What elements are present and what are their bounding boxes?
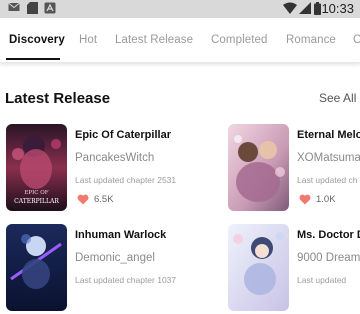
- sd-card-icon: [27, 2, 38, 14]
- book-cover-image: EPIC OF CATERPILLAR: [6, 124, 67, 211]
- tab-partial[interactable]: C: [353, 34, 360, 46]
- book-title[interactable]: Ms. Doctor D: [297, 229, 360, 241]
- book-title[interactable]: Epic Of Caterpillar: [75, 129, 171, 141]
- cover-title-line1: EPIC OF: [24, 190, 48, 196]
- tab-hot[interactable]: Hot: [79, 34, 97, 46]
- book-cover-image: [6, 224, 67, 311]
- book-author: 9000 Dream: [297, 252, 360, 264]
- book-cover[interactable]: [228, 124, 289, 211]
- app-notification-icon: [44, 2, 56, 14]
- book-card[interactable]: Eternal Melo XOMatsuma Last updated ch 1…: [228, 124, 360, 214]
- heart-icon: [299, 194, 311, 205]
- book-cover[interactable]: [228, 224, 289, 311]
- tab-latest-release[interactable]: Latest Release: [115, 34, 193, 46]
- tab-discovery[interactable]: Discovery: [9, 34, 65, 46]
- cover-title-line2: CATERPILLAR: [14, 198, 59, 205]
- tab-completed[interactable]: Completed: [211, 34, 268, 46]
- heart-icon: [77, 194, 89, 205]
- book-updated: Last updated chapter 2531: [75, 175, 177, 185]
- book-title[interactable]: Eternal Melo: [297, 129, 360, 141]
- book-likes: 1.0K: [299, 194, 336, 205]
- book-cover[interactable]: EPIC OF CATERPILLAR: [6, 124, 67, 211]
- book-updated: Last updated chapter 1037: [75, 275, 177, 285]
- book-card[interactable]: Inhuman Warlock Demonic_angel Last updat…: [6, 224, 226, 314]
- see-all-link[interactable]: See All: [319, 91, 356, 105]
- status-time: 10:33: [321, 1, 354, 16]
- tab-romance[interactable]: Romance: [286, 34, 336, 46]
- likes-count: 1.0K: [316, 194, 336, 205]
- book-card[interactable]: EPIC OF CATERPILLAR Epic Of Caterpillar …: [6, 124, 226, 214]
- book-author: XOMatsuma: [297, 152, 360, 164]
- book-updated: Last updated ch: [297, 175, 358, 185]
- book-cover-image: [228, 124, 289, 211]
- likes-count: 6.5K: [94, 194, 114, 205]
- wifi-icon: [283, 2, 297, 14]
- signal-icon: [299, 2, 311, 14]
- book-updated: Last updated: [297, 275, 347, 285]
- category-tabs: Discovery Hot Latest Release Completed R…: [0, 18, 360, 63]
- active-tab-indicator: [6, 58, 60, 60]
- section-title: Latest Release: [5, 90, 111, 107]
- book-author: Demonic_angel: [75, 252, 155, 264]
- battery-icon: [314, 2, 321, 15]
- status-bar: 10:33: [0, 0, 360, 18]
- book-cover[interactable]: [6, 224, 67, 311]
- book-card[interactable]: Ms. Doctor D 9000 Dream Last updated: [228, 224, 360, 314]
- book-likes: 6.5K: [77, 194, 114, 205]
- mail-icon: [8, 2, 20, 11]
- book-author: PancakesWitch: [75, 152, 155, 164]
- book-cover-image: [228, 224, 289, 311]
- book-title[interactable]: Inhuman Warlock: [75, 229, 166, 241]
